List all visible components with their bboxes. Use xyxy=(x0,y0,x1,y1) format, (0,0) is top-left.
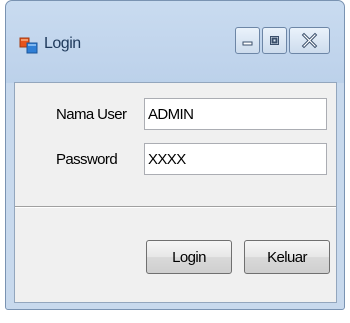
title-bar[interactable]: Login xyxy=(6,1,344,83)
password-field[interactable] xyxy=(144,143,327,175)
login-window: Login Nama User Password Login Keluar xyxy=(5,0,345,310)
window-title: Login xyxy=(44,35,81,52)
maximize-button[interactable] xyxy=(262,27,287,54)
exit-button[interactable]: Keluar xyxy=(244,240,330,274)
login-button[interactable]: Login xyxy=(146,240,232,274)
form-body: Nama User Password Login Keluar xyxy=(14,82,337,303)
maximize-icon xyxy=(270,36,279,45)
form-app-icon xyxy=(19,35,39,55)
divider xyxy=(15,206,336,208)
username-label: Nama User xyxy=(56,106,127,123)
close-button[interactable] xyxy=(289,27,330,54)
minimize-icon xyxy=(242,41,253,46)
password-label: Password xyxy=(56,151,118,168)
minimize-button[interactable] xyxy=(235,27,260,54)
close-icon xyxy=(301,32,318,49)
username-field[interactable] xyxy=(144,98,327,130)
